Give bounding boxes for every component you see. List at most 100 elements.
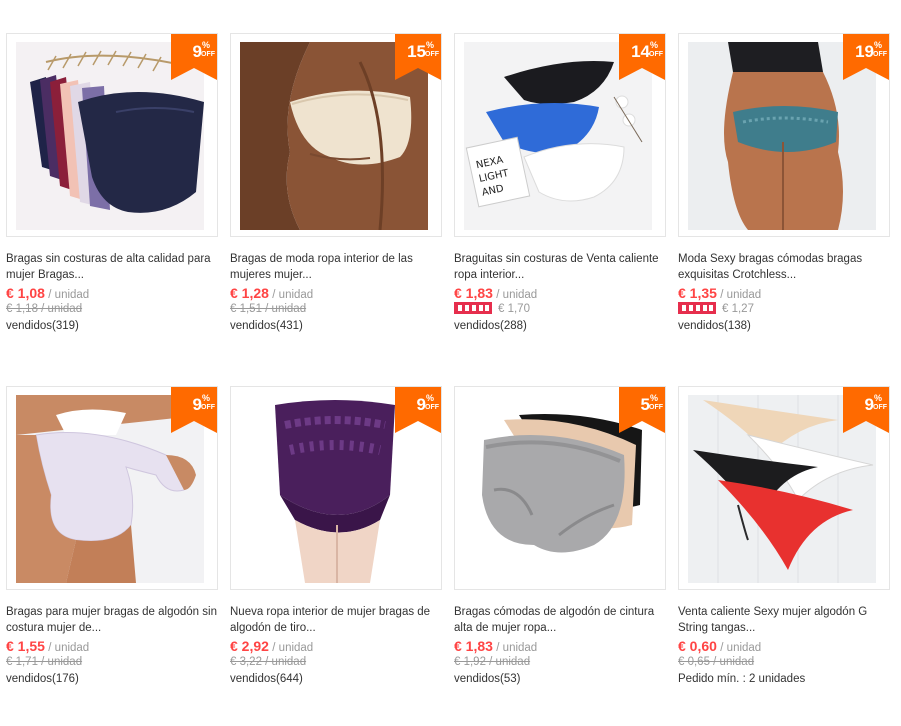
product-image-frame[interactable]: 19 % OFF bbox=[678, 33, 890, 237]
price-unit: / unidad bbox=[272, 642, 314, 654]
original-price: € 1,51 / unidad bbox=[230, 303, 307, 315]
sold-count: vendidos(53) bbox=[454, 673, 521, 685]
discount-off-label: OFF bbox=[649, 51, 663, 58]
product-title[interactable]: Venta caliente Sexy mujer algodón G Stri… bbox=[678, 604, 890, 636]
price-value: € 1,55 bbox=[6, 638, 45, 654]
discount-value: 14 bbox=[631, 42, 650, 61]
price: € 1,35 / unidad bbox=[678, 285, 761, 303]
discount-value: 9 bbox=[192, 42, 202, 61]
discount-value: 9 bbox=[864, 395, 874, 414]
discount-off-label: OFF bbox=[201, 51, 215, 58]
price-value: € 1,08 bbox=[6, 285, 45, 301]
product-image-frame[interactable]: 9 % OFF bbox=[678, 386, 890, 590]
sold-count: vendidos(431) bbox=[230, 320, 303, 332]
price-unit: / unidad bbox=[496, 289, 538, 301]
sold-count: vendidos(176) bbox=[6, 673, 79, 685]
discount-value: 5 bbox=[640, 395, 650, 414]
min-order: Pedido mín. : 2 unidades bbox=[678, 673, 806, 685]
product-card[interactable]: 9 % OFF Bragas para mujer bragas de algo… bbox=[6, 386, 221, 726]
sold-count: vendidos(644) bbox=[230, 673, 303, 685]
discount-badge: 5 % OFF bbox=[619, 387, 665, 433]
discount-badge: 14 % OFF bbox=[619, 34, 665, 80]
discount-percent-sign: % bbox=[650, 40, 659, 50]
price: € 0,60 / unidad bbox=[678, 638, 761, 656]
price-value: € 1,83 bbox=[454, 285, 493, 301]
product-image-frame[interactable]: 9 % OFF bbox=[6, 33, 218, 237]
promo-tag-icon bbox=[454, 302, 492, 314]
product-title[interactable]: Bragas sin costuras de alta calidad para… bbox=[6, 251, 218, 283]
discount-off-label: OFF bbox=[425, 51, 439, 58]
discount-badge: 9 % OFF bbox=[843, 387, 889, 433]
discount-off-label: OFF bbox=[649, 404, 663, 411]
price-value: € 0,60 bbox=[678, 638, 717, 654]
product-card[interactable]: NEXA LIGHT AND 14 % OFF Braguitas sin co… bbox=[454, 33, 669, 373]
price: € 1,28 / unidad bbox=[230, 285, 313, 303]
product-title[interactable]: Moda Sexy bragas cómodas bragas exquisit… bbox=[678, 251, 890, 283]
product-image-frame[interactable]: 9 % OFF bbox=[6, 386, 218, 590]
price-unit: / unidad bbox=[48, 289, 90, 301]
promo-tag-icon bbox=[678, 302, 716, 314]
discount-off-label: OFF bbox=[425, 404, 439, 411]
promo-price: € 1,70 bbox=[498, 303, 530, 315]
price-unit: / unidad bbox=[48, 642, 90, 654]
product-image-frame[interactable]: 5 % OFF bbox=[454, 386, 666, 590]
price-value: € 1,28 bbox=[230, 285, 269, 301]
discount-badge: 19 % OFF bbox=[843, 34, 889, 80]
product-card[interactable]: 9 % OFF Nueva ropa interior de mujer bra… bbox=[230, 386, 445, 726]
promo-price-row: € 1,70 bbox=[454, 302, 530, 317]
product-card[interactable]: 15 % OFF Bragas de moda ropa interior de… bbox=[230, 33, 445, 373]
discount-badge: 9 % OFF bbox=[171, 387, 217, 433]
discount-off-label: OFF bbox=[201, 404, 215, 411]
product-title[interactable]: Bragas de moda ropa interior de las muje… bbox=[230, 251, 442, 283]
discount-percent-sign: % bbox=[426, 40, 435, 50]
discount-percent-sign: % bbox=[874, 393, 883, 403]
discount-value: 19 bbox=[855, 42, 874, 61]
price: € 1,83 / unidad bbox=[454, 285, 537, 303]
discount-percent-sign: % bbox=[874, 40, 883, 50]
price: € 1,08 / unidad bbox=[6, 285, 89, 303]
product-title[interactable]: Nueva ropa interior de mujer bragas de a… bbox=[230, 604, 442, 636]
original-price: € 1,92 / unidad bbox=[454, 656, 531, 668]
original-price: € 0,65 / unidad bbox=[678, 656, 755, 668]
product-card[interactable]: 5 % OFF Bragas cómodas de algodón de cin… bbox=[454, 386, 669, 726]
original-price: € 3,22 / unidad bbox=[230, 656, 307, 668]
price-value: € 2,92 bbox=[230, 638, 269, 654]
price-value: € 1,83 bbox=[454, 638, 493, 654]
discount-percent-sign: % bbox=[650, 393, 659, 403]
product-card[interactable]: 9 % OFF Bragas sin costuras de alta cali… bbox=[6, 33, 221, 373]
price-unit: / unidad bbox=[496, 642, 538, 654]
discount-percent-sign: % bbox=[202, 393, 211, 403]
sold-count: vendidos(319) bbox=[6, 320, 79, 332]
price-value: € 1,35 bbox=[678, 285, 717, 301]
discount-off-label: OFF bbox=[873, 404, 887, 411]
product-grid: 9 % OFF Bragas sin costuras de alta cali… bbox=[0, 0, 901, 696]
price-unit: / unidad bbox=[720, 642, 762, 654]
discount-value: 9 bbox=[192, 395, 202, 414]
product-card[interactable]: 9 % OFF Venta caliente Sexy mujer algodó… bbox=[678, 386, 893, 726]
promo-price: € 1,27 bbox=[722, 303, 754, 315]
discount-value: 15 bbox=[407, 42, 426, 61]
price: € 1,83 / unidad bbox=[454, 638, 537, 656]
product-image-frame[interactable]: NEXA LIGHT AND 14 % OFF bbox=[454, 33, 666, 237]
discount-value: 9 bbox=[416, 395, 426, 414]
price-unit: / unidad bbox=[720, 289, 762, 301]
promo-price-row: € 1,27 bbox=[678, 302, 754, 317]
product-title[interactable]: Bragas para mujer bragas de algodón sin … bbox=[6, 604, 218, 636]
product-image-frame[interactable]: 15 % OFF bbox=[230, 33, 442, 237]
price: € 2,92 / unidad bbox=[230, 638, 313, 656]
price-unit: / unidad bbox=[272, 289, 314, 301]
discount-badge: 15 % OFF bbox=[395, 34, 441, 80]
product-title[interactable]: Braguitas sin costuras de Venta caliente… bbox=[454, 251, 666, 283]
sold-count: vendidos(138) bbox=[678, 320, 751, 332]
discount-percent-sign: % bbox=[202, 40, 211, 50]
product-card[interactable]: 19 % OFF Moda Sexy bragas cómodas bragas… bbox=[678, 33, 893, 373]
discount-percent-sign: % bbox=[426, 393, 435, 403]
original-price: € 1,71 / unidad bbox=[6, 656, 83, 668]
original-price: € 1,18 / unidad bbox=[6, 303, 83, 315]
product-image-frame[interactable]: 9 % OFF bbox=[230, 386, 442, 590]
sold-count: vendidos(288) bbox=[454, 320, 527, 332]
discount-off-label: OFF bbox=[873, 51, 887, 58]
discount-badge: 9 % OFF bbox=[171, 34, 217, 80]
product-title[interactable]: Bragas cómodas de algodón de cintura alt… bbox=[454, 604, 666, 636]
price: € 1,55 / unidad bbox=[6, 638, 89, 656]
